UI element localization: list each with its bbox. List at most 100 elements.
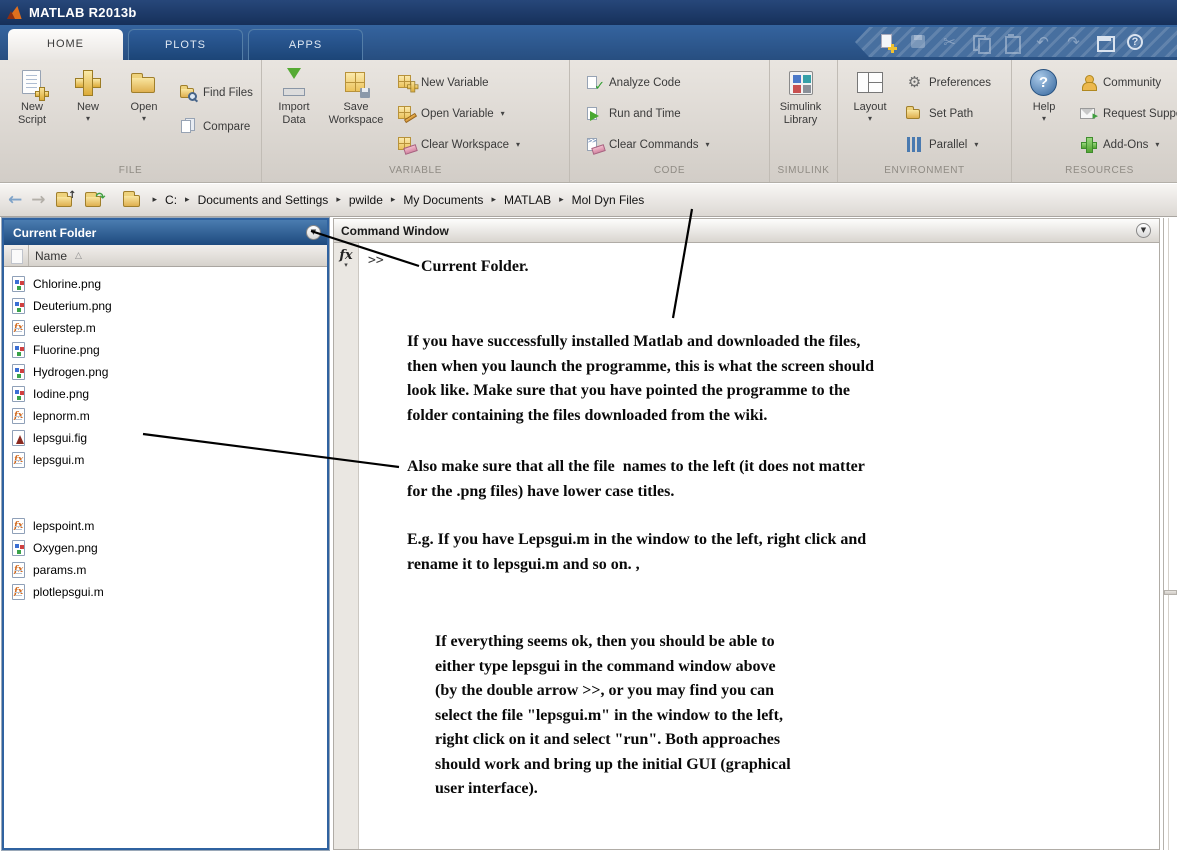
- cut-icon[interactable]: ✂: [941, 33, 958, 51]
- breadcrumb-segment[interactable]: Mol Dyn Files: [572, 193, 645, 207]
- m-file-icon: [11, 319, 27, 337]
- breadcrumb-segment[interactable]: My Documents: [403, 193, 483, 207]
- community-button[interactable]: Community: [1080, 72, 1177, 93]
- quick-new-script-icon[interactable]: [879, 33, 897, 53]
- png-file-icon: [11, 539, 27, 557]
- community-label: Community: [1103, 76, 1162, 89]
- breadcrumb-segment[interactable]: MATLAB: [504, 193, 551, 207]
- new-variable-button[interactable]: New Variable: [398, 72, 520, 93]
- png-file-icon: [11, 297, 27, 315]
- ribbon: New Script New ▾ Open ▾ Find Files Compa…: [0, 60, 1177, 183]
- chevron-down-icon: ▾: [344, 261, 348, 269]
- command-window-title-bar[interactable]: Command Window ▼: [334, 219, 1159, 243]
- layout-label: Layout: [853, 101, 887, 113]
- tab-plots[interactable]: PLOTS: [128, 29, 243, 60]
- open-variable-icon: [398, 105, 418, 124]
- name-column-header[interactable]: Name △: [29, 249, 327, 263]
- browse-folder-button[interactable]: ↷: [84, 190, 106, 209]
- import-data-button[interactable]: Import Data: [268, 66, 320, 129]
- file-row[interactable]: plotlepsgui.m: [4, 581, 327, 603]
- tab-home[interactable]: HOME: [8, 29, 123, 60]
- clear-commands-button[interactable]: >> Clear Commands ▾: [586, 134, 710, 155]
- parallel-label: Parallel: [929, 138, 968, 151]
- breadcrumb-segment[interactable]: Documents and Settings: [198, 193, 329, 207]
- file-type-column-icon[interactable]: [4, 245, 29, 266]
- splitter-handle[interactable]: [1164, 590, 1177, 595]
- file-row[interactable]: lepsgui.fig: [4, 427, 327, 449]
- save-workspace-button[interactable]: Save Workspace: [324, 66, 388, 129]
- chevron-down-icon: ▾: [141, 114, 146, 123]
- find-files-button[interactable]: Find Files: [180, 82, 253, 103]
- compare-button[interactable]: Compare: [180, 116, 253, 137]
- paste-icon[interactable]: [1003, 33, 1021, 54]
- quick-save-icon[interactable]: [910, 34, 927, 51]
- open-variable-button[interactable]: Open Variable ▾: [398, 103, 520, 124]
- file-name: plotlepsgui.m: [33, 585, 104, 599]
- file-row[interactable]: eulerstep.m: [4, 317, 327, 339]
- ribbon-tab-row: HOME PLOTS APPS ✂ ↶ ↷ ?: [0, 25, 1177, 60]
- file-list-header[interactable]: Name △: [4, 245, 327, 267]
- file-row[interactable]: params.m: [4, 559, 327, 581]
- annotation-line: then when you launch the programme, this…: [407, 357, 875, 375]
- window-edge-strip: [1163, 218, 1177, 850]
- redo-icon[interactable]: ↷: [1065, 33, 1082, 51]
- breadcrumb-separator-icon: ▸: [336, 195, 341, 205]
- up-one-level-button[interactable]: ↑: [55, 190, 77, 209]
- help-button[interactable]: ? Help ▾: [1018, 66, 1070, 125]
- png-file-icon: [11, 385, 27, 403]
- set-path-button[interactable]: Set Path: [906, 103, 991, 124]
- m-file-icon: [11, 561, 27, 579]
- panel-menu-button[interactable]: ▼: [306, 225, 321, 240]
- ribbon-section-variable: Import Data Save Workspace New Variable …: [262, 60, 570, 182]
- file-row[interactable]: Hydrogen.png: [4, 361, 327, 383]
- set-path-icon: [906, 105, 923, 122]
- analyze-code-icon: ✓: [586, 74, 605, 94]
- file-row[interactable]: Oxygen.png: [4, 537, 327, 559]
- quick-help-icon[interactable]: ?: [1127, 33, 1144, 51]
- file-row[interactable]: lepnorm.m: [4, 405, 327, 427]
- add-ons-button[interactable]: Add-Ons ▾: [1080, 134, 1177, 155]
- png-file-icon: [11, 341, 27, 359]
- new-button[interactable]: New ▾: [62, 66, 114, 125]
- parallel-button[interactable]: Parallel ▾: [906, 134, 991, 155]
- file-row[interactable]: Fluorine.png: [4, 339, 327, 361]
- preferences-label: Preferences: [929, 76, 992, 89]
- annotation-line: either type lepsgui in the command windo…: [435, 657, 776, 675]
- breadcrumb-segment[interactable]: pwilde: [349, 193, 383, 207]
- file-list: Chlorine.png Deuterium.png eulerstep.m F…: [4, 267, 327, 603]
- file-row[interactable]: Deuterium.png: [4, 295, 327, 317]
- find-files-icon: [180, 84, 197, 101]
- breadcrumb-segment[interactable]: C:: [165, 193, 177, 207]
- current-folder-title: Current Folder: [13, 225, 97, 240]
- tab-apps[interactable]: APPS: [248, 29, 363, 60]
- file-row[interactable]: lepspoint.m: [4, 515, 327, 537]
- breadcrumb-separator-icon: ▸: [185, 195, 190, 205]
- function-hints-gutter[interactable]: fx ▾: [334, 243, 359, 849]
- undo-icon[interactable]: ↶: [1034, 33, 1051, 51]
- clear-workspace-button[interactable]: Clear Workspace ▾: [398, 134, 520, 155]
- analyze-code-button[interactable]: ✓ Analyze Code: [586, 72, 710, 94]
- panel-menu-button[interactable]: ▼: [1136, 223, 1151, 238]
- file-row[interactable]: Chlorine.png: [4, 273, 327, 295]
- back-button[interactable]: ←: [8, 190, 22, 210]
- current-folder-title-bar[interactable]: Current Folder ▼: [4, 220, 327, 245]
- matlab-logo-icon: [7, 5, 23, 20]
- chevron-down-icon: ▾: [974, 140, 979, 149]
- window-layout-icon[interactable]: [1096, 34, 1115, 52]
- chevron-down-icon: ▾: [1155, 140, 1160, 149]
- request-support-button[interactable]: Request Support: [1080, 103, 1177, 124]
- current-folder-icon: [122, 191, 143, 208]
- command-prompt[interactable]: >>: [368, 253, 384, 268]
- run-and-time-button[interactable]: Run and Time: [586, 103, 710, 124]
- layout-button[interactable]: Layout ▾: [844, 66, 896, 125]
- preferences-button[interactable]: ⚙ Preferences: [906, 72, 991, 93]
- copy-icon[interactable]: [972, 34, 991, 54]
- new-script-button[interactable]: New Script: [6, 66, 58, 129]
- file-row[interactable]: lepsgui.m: [4, 449, 327, 471]
- save-workspace-icon: [341, 68, 371, 98]
- forward-button[interactable]: →: [31, 190, 45, 210]
- chevron-down-icon: ▾: [705, 140, 710, 149]
- open-button[interactable]: Open ▾: [118, 66, 170, 125]
- simulink-library-button[interactable]: Simulink Library: [775, 66, 827, 129]
- file-row[interactable]: Iodine.png: [4, 383, 327, 405]
